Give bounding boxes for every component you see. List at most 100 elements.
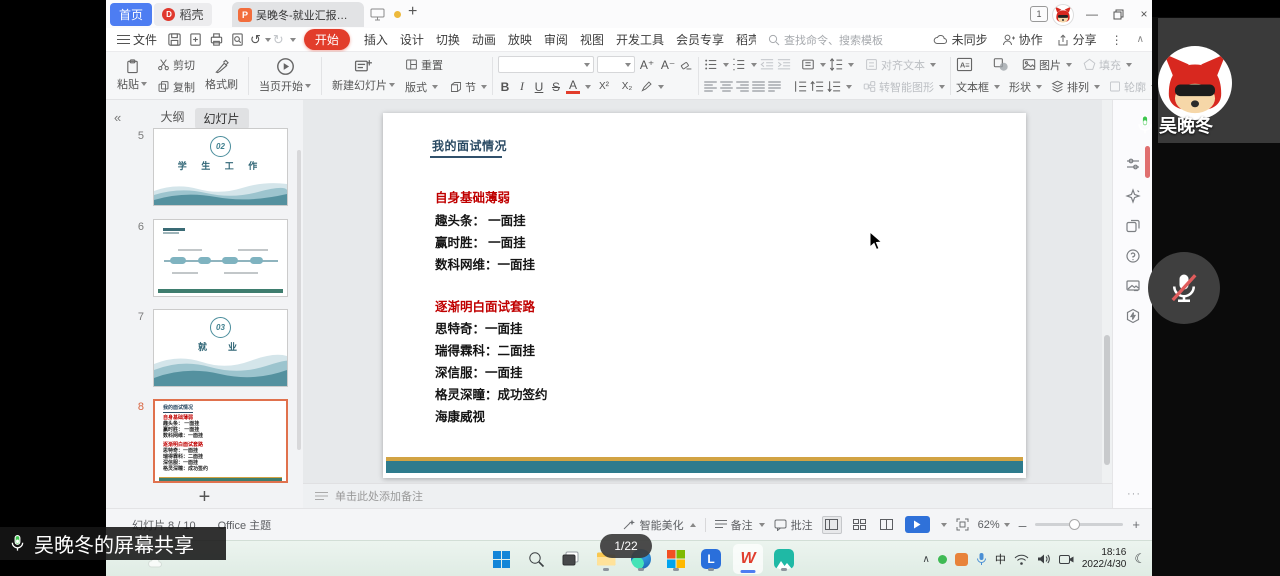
command-search[interactable]: 查找命令、搜索模板 xyxy=(768,32,883,48)
zoom-out-button[interactable]: – xyxy=(1019,517,1027,533)
store-app-button[interactable] xyxy=(663,546,689,572)
arrange-button[interactable]: 排列 xyxy=(1051,78,1100,96)
slide-canvas[interactable]: 我的面试情况 自身基础薄弱 趣头条： 一面挂 赢时胜： 一面挂 数科网维：一面挂… xyxy=(383,113,1026,478)
para-spacing-icon[interactable] xyxy=(793,79,807,94)
wps-office-button[interactable]: W xyxy=(733,544,763,574)
panel-effects-icon[interactable] xyxy=(1121,184,1145,208)
shape-button[interactable]: 形状 xyxy=(1009,78,1042,96)
strikethrough-button[interactable]: S xyxy=(549,80,563,94)
close-button[interactable]: × xyxy=(1134,6,1152,22)
meeting-app-button[interactable] xyxy=(771,546,797,572)
share-button[interactable]: 分享 xyxy=(1057,31,1097,48)
tab-home[interactable]: 首页 xyxy=(110,3,152,26)
add-slide-button[interactable]: + xyxy=(106,486,303,509)
slide-line[interactable]: 格灵深瞳：成功签约 xyxy=(435,384,548,403)
collapse-ribbon-icon[interactable]: ∧ xyxy=(1137,34,1144,45)
slide-line[interactable]: 数科网维：一面挂 xyxy=(435,254,535,273)
cut-button[interactable]: 剪切 xyxy=(157,56,195,74)
ribbon-tab-view[interactable]: 视图 xyxy=(580,31,604,48)
menu-file[interactable]: 文件 xyxy=(133,31,157,48)
ribbon-tab-slideshow[interactable]: 放映 xyxy=(508,31,532,48)
ime-indicator[interactable]: 中 xyxy=(995,551,1006,567)
ribbon-tab-review[interactable]: 审阅 xyxy=(544,31,568,48)
slide-thumbnail-8-selected[interactable]: 我的面试情况 自身基础薄弱 趣头条： 一面挂 赢时胜： 一面挂 数科网维：一面挂… xyxy=(153,399,288,483)
bold-button[interactable]: B xyxy=(498,80,512,94)
tray-expand-icon[interactable]: ∧ xyxy=(923,554,930,565)
volume-icon[interactable] xyxy=(1037,553,1051,565)
slide-line[interactable]: 思特奇：一面挂 xyxy=(435,318,523,337)
print-icon[interactable] xyxy=(209,32,224,47)
picture-button[interactable]: 图片 xyxy=(1022,56,1072,74)
undo-caret[interactable] xyxy=(265,38,271,42)
layout-icon-button[interactable]: 重置 xyxy=(405,56,487,74)
smart-beautify-button[interactable]: 智能美化 xyxy=(622,517,696,533)
camera-icon[interactable] xyxy=(1059,554,1074,565)
tab-slides[interactable]: 幻灯片 xyxy=(195,108,249,129)
ribbon-tab-home[interactable]: 开始 xyxy=(304,29,350,50)
slide-thumbnail-7[interactable]: 03 就 业 xyxy=(153,309,288,387)
slide-thumbnail-5[interactable]: 02 学 生 工 作 xyxy=(153,128,288,206)
undo-icon[interactable]: ↺ xyxy=(250,32,261,48)
format-painter-button[interactable]: 格式刷 xyxy=(200,59,243,92)
export-pdf-icon[interactable] xyxy=(188,32,203,47)
paste-button[interactable]: 粘贴 xyxy=(112,59,152,92)
slide-line[interactable]: 海康威视 xyxy=(435,406,485,425)
superscript-button[interactable]: X² xyxy=(594,81,614,92)
more-menu-icon[interactable]: ⋮ xyxy=(1111,33,1123,47)
redo-icon[interactable]: ↻ xyxy=(273,32,284,48)
align-text-button[interactable]: 对齐文本 xyxy=(865,56,936,74)
decrease-indent-icon[interactable] xyxy=(760,57,774,72)
panel-more-icon[interactable]: ··· xyxy=(1127,488,1141,500)
distribute-icon[interactable] xyxy=(768,80,781,94)
panel-tools-icon[interactable] xyxy=(1121,304,1145,328)
hamburger-icon[interactable] xyxy=(117,34,130,45)
clear-format-icon[interactable] xyxy=(680,58,693,71)
slide-line[interactable]: 深信服：一面挂 xyxy=(435,362,523,381)
tray-app-icon[interactable] xyxy=(955,553,968,566)
comments-button[interactable]: 批注 xyxy=(774,517,813,533)
new-slide-button[interactable]: 新建幻灯片 xyxy=(327,58,400,93)
start-button[interactable] xyxy=(488,546,514,572)
copy-button[interactable]: 复制 xyxy=(157,78,195,96)
reading-view-button[interactable] xyxy=(878,517,896,533)
slide-title[interactable]: 我的面试情况 xyxy=(432,137,507,154)
search-taskbar-button[interactable] xyxy=(523,546,549,572)
underline-button[interactable]: U xyxy=(532,80,546,94)
ribbon-tab-docer-res[interactable]: 稻壳资源 xyxy=(736,31,756,48)
panel-media-icon[interactable] xyxy=(1121,274,1145,298)
main-scrollbar[interactable] xyxy=(1102,100,1112,483)
slide-line[interactable]: 趣头条： 一面挂 xyxy=(435,210,526,229)
slide-heading-1[interactable]: 自身基础薄弱 xyxy=(435,187,510,206)
task-view-button[interactable] xyxy=(558,546,584,572)
numbered-list-icon[interactable] xyxy=(732,57,746,72)
moon-icon[interactable]: ☾ xyxy=(1134,551,1146,567)
wifi-icon[interactable] xyxy=(1014,554,1029,565)
zoom-in-button[interactable]: + xyxy=(1132,517,1140,532)
quickbar-more-caret[interactable] xyxy=(290,38,296,42)
user-avatar[interactable] xyxy=(1052,4,1074,26)
slide-thumbnail-6[interactable] xyxy=(153,219,288,297)
save-icon[interactable] xyxy=(167,32,182,47)
line-spacing-icon[interactable] xyxy=(829,57,843,72)
cast-screen-icon[interactable] xyxy=(370,8,385,26)
font-name-select[interactable] xyxy=(498,56,594,73)
ribbon-tab-design[interactable]: 设计 xyxy=(400,31,424,48)
align-left-icon[interactable] xyxy=(704,80,717,94)
textbox-button[interactable]: 文本框 xyxy=(956,78,1000,96)
shrink-font-button[interactable]: A⁻ xyxy=(659,58,677,72)
grow-font-button[interactable]: A⁺ xyxy=(638,58,656,72)
pc-manager-button[interactable]: L xyxy=(698,546,724,572)
slideshow-play-button[interactable] xyxy=(905,516,930,533)
subscript-button[interactable]: X₂ xyxy=(617,81,637,92)
print-preview-icon[interactable] xyxy=(230,32,245,47)
maximize-button[interactable] xyxy=(1108,6,1128,22)
align-right-icon[interactable] xyxy=(736,80,749,94)
increase-indent-icon[interactable] xyxy=(777,57,791,72)
para-spacing2-icon[interactable] xyxy=(810,79,824,94)
zoom-level-button[interactable]: 62% xyxy=(978,519,1010,531)
collab-button[interactable]: 协作 xyxy=(1002,31,1043,48)
ribbon-tab-devtools[interactable]: 开发工具 xyxy=(616,31,664,48)
sidebar-scrollbar[interactable] xyxy=(297,150,301,450)
font-color-button[interactable]: A xyxy=(566,80,580,94)
bullet-list-icon[interactable] xyxy=(704,57,718,72)
